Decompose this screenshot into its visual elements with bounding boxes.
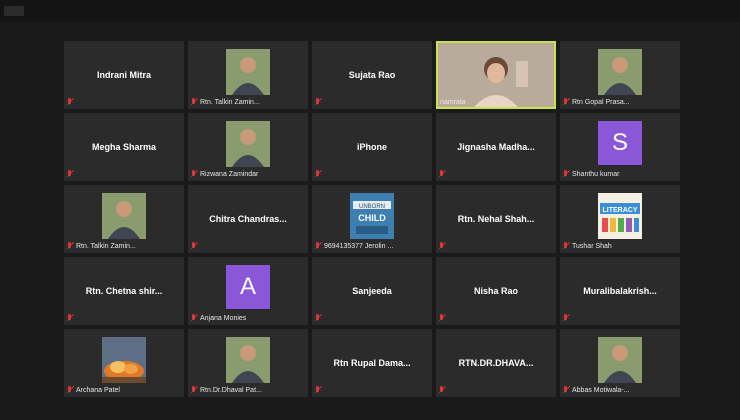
window-menu-icon[interactable]	[4, 6, 24, 16]
participant-name: Rtn. Nehal Shah...	[457, 214, 535, 224]
mic-muted-icon	[315, 170, 322, 177]
avatar: S	[598, 121, 642, 165]
mic-muted-icon	[563, 170, 570, 177]
participant-name: Rtn. Chetna shir...	[85, 286, 163, 296]
participant-tile[interactable]: Rizwana Zamindar	[188, 113, 308, 181]
participant-tile[interactable]: Chitra Chandras...	[188, 185, 308, 253]
participant-label: Shanthu kumar	[572, 171, 620, 178]
person-portrait-icon	[102, 193, 146, 239]
mic-muted-icon	[315, 386, 322, 393]
mic-muted-icon	[67, 170, 74, 177]
participant-name: RTN.DR.DHAVA...	[458, 358, 534, 368]
avatar: A	[226, 265, 270, 309]
participant-name: Sanjeeda	[352, 286, 392, 296]
mic-muted-icon	[191, 170, 198, 177]
participant-tile[interactable]: iPhone	[312, 113, 432, 181]
person-portrait-icon	[226, 337, 270, 383]
mic-muted-icon	[439, 314, 446, 321]
participant-tile[interactable]: Megha Sharma	[64, 113, 184, 181]
participant-tile[interactable]: Rtn Rupal Dama...	[312, 329, 432, 397]
participant-name: Sujata Rao	[348, 70, 396, 80]
mic-muted-icon	[67, 242, 74, 249]
participant-tile[interactable]: RTN.DR.DHAVA...	[436, 329, 556, 397]
participant-label: Archana Patel	[76, 387, 120, 394]
participant-tile[interactable]: Abbas Motiwala-...	[560, 329, 680, 397]
participant-tile[interactable]: namrata	[436, 41, 556, 109]
participant-tile[interactable]: Rtn. Nehal Shah...	[436, 185, 556, 253]
participant-label: Rtn.Dr.Dhaval Pat...	[200, 387, 262, 394]
literacy-banner-icon: LITERACY	[598, 193, 642, 239]
mic-muted-icon	[439, 242, 446, 249]
participant-tile[interactable]: Rtn.Dr.Dhaval Pat...	[188, 329, 308, 397]
webcam-video-icon	[438, 43, 554, 107]
book-cover-icon: UNBORN CHILD	[350, 193, 394, 239]
participant-tile[interactable]: Nisha Rao	[436, 257, 556, 325]
participant-name: iPhone	[356, 142, 387, 152]
participant-tile[interactable]: Rtn. Talkin Zamin...	[188, 41, 308, 109]
participant-label: 9694135377 Jerolin ...	[324, 243, 394, 250]
svg-text:UNBORN: UNBORN	[359, 204, 385, 210]
mic-muted-icon	[563, 314, 570, 321]
participant-label: Rtn. Talkin Zamin...	[200, 99, 260, 106]
person-portrait-icon	[598, 49, 642, 95]
participant-tile[interactable]: Rtn. Chetna shir...	[64, 257, 184, 325]
mic-muted-icon	[563, 98, 570, 105]
participant-label: Rtn. Talkin Zamin...	[76, 243, 136, 250]
participant-name: Muralibalakrish...	[583, 286, 657, 296]
participant-name: Rtn Rupal Dama...	[333, 358, 411, 368]
mic-muted-icon	[191, 386, 198, 393]
svg-text:CHILD: CHILD	[358, 213, 386, 223]
participant-tile[interactable]: Sanjeeda	[312, 257, 432, 325]
person-portrait-icon	[226, 121, 270, 167]
mic-muted-icon	[439, 386, 446, 393]
participant-tile[interactable]: Archana Patel	[64, 329, 184, 397]
participant-label: Anjana Monies	[200, 315, 247, 322]
participant-tile[interactable]: S Shanthu kumar	[560, 113, 680, 181]
participant-name: Jignasha Madha...	[457, 142, 535, 152]
mic-muted-icon	[315, 242, 322, 249]
mic-muted-icon	[315, 314, 322, 321]
mic-muted-icon	[563, 386, 570, 393]
mic-muted-icon	[315, 98, 322, 105]
participant-name: Indrani Mitra	[96, 70, 151, 80]
participant-gallery: Indrani Mitra Rtn. Talkin Zamin... Sujata …	[64, 41, 680, 397]
person-portrait-icon	[226, 49, 270, 95]
participant-tile[interactable]: Muralibalakrish...	[560, 257, 680, 325]
participant-tile[interactable]: Rtn. Talkin Zamin...	[64, 185, 184, 253]
participant-tile[interactable]: Sujata Rao	[312, 41, 432, 109]
mic-muted-icon	[563, 242, 570, 249]
mic-muted-icon	[191, 98, 198, 105]
participant-label: Abbas Motiwala-...	[572, 387, 630, 394]
participant-tile[interactable]: UNBORN CHILD 9694135377 Jerolin ...	[312, 185, 432, 253]
participant-tile[interactable]: A Anjana Monies	[188, 257, 308, 325]
participant-name: Megha Sharma	[91, 142, 157, 152]
svg-text:LITERACY: LITERACY	[603, 207, 638, 214]
window-top-bar	[0, 0, 740, 22]
mic-muted-icon	[191, 242, 198, 249]
participant-label: Rtn Gopal Prasa...	[572, 99, 630, 106]
fire-image-icon	[102, 337, 146, 383]
participant-name: Chitra Chandras...	[209, 214, 287, 224]
participant-tile[interactable]: Jignasha Madha...	[436, 113, 556, 181]
participant-label: Tushar Shah	[572, 243, 612, 250]
mic-muted-icon	[67, 98, 74, 105]
participant-label: namrata	[440, 99, 466, 106]
mic-muted-icon	[191, 314, 198, 321]
mic-muted-icon	[439, 170, 446, 177]
participant-tile[interactable]: Rtn Gopal Prasa...	[560, 41, 680, 109]
person-portrait-icon	[598, 337, 642, 383]
participant-name: Nisha Rao	[473, 286, 518, 296]
participant-tile[interactable]: LITERACY Tushar Shah	[560, 185, 680, 253]
participant-tile[interactable]: Indrani Mitra	[64, 41, 184, 109]
mic-muted-icon	[67, 314, 74, 321]
mic-muted-icon	[67, 386, 74, 393]
participant-label: Rizwana Zamindar	[200, 171, 259, 178]
